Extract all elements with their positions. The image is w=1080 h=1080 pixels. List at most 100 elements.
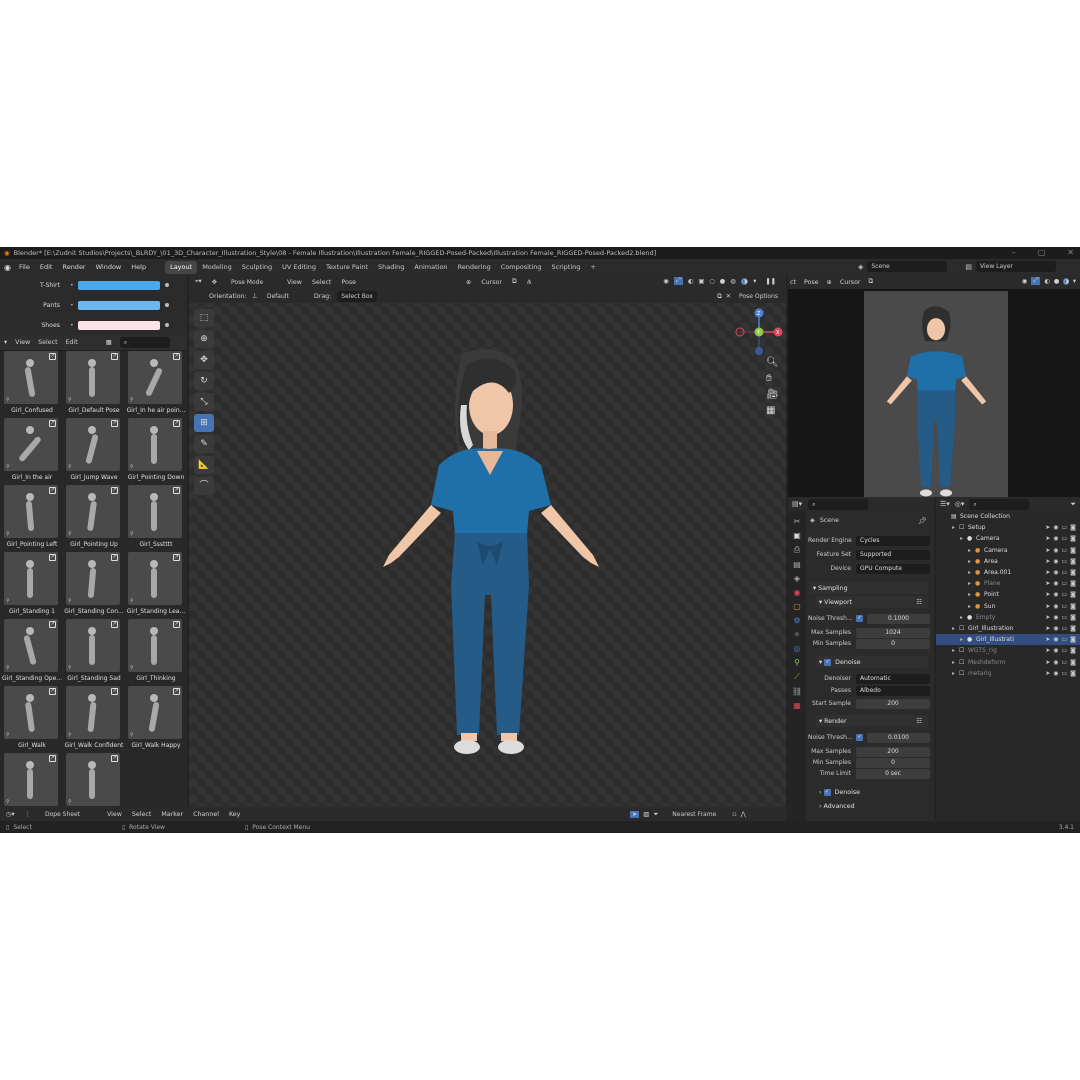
- outliner-row[interactable]: ▸ ● Camera ➤ ◉ ▭ ◙: [960, 533, 1080, 544]
- snap-mode-dropdown[interactable]: Nearest Frame: [668, 809, 729, 820]
- editor-type-icon[interactable]: ▤▾: [792, 500, 802, 508]
- viewport-subpanel-header[interactable]: ▾ Viewport ☷: [816, 596, 928, 608]
- expand-arrow-icon[interactable]: ▸: [968, 569, 975, 576]
- eye-icon[interactable]: ◉: [1053, 535, 1058, 542]
- properties-search-input[interactable]: ⌕: [808, 498, 869, 510]
- scale-icon[interactable]: ⤡: [194, 393, 214, 411]
- shading-solid-icon[interactable]: ●: [1054, 278, 1060, 285]
- noise-threshold-checkbox[interactable]: ✓: [856, 615, 863, 622]
- monitor-icon[interactable]: ▭: [1062, 659, 1068, 666]
- outliner-row[interactable]: ▸ ● Area.001 ➤ ◉ ▭ ◙: [968, 567, 1080, 578]
- outliner-row[interactable]: ▸ ☐ metarig ➤ ◉ ▭ ◙: [952, 668, 1080, 679]
- view-layer-tab-icon[interactable]: ▤: [793, 560, 801, 569]
- tab-layout[interactable]: Layout: [165, 260, 198, 274]
- list-icon[interactable]: ☷: [916, 599, 928, 606]
- pose-asset-item[interactable]: ↗ ⚲ Girl_Standing Lea...: [126, 552, 187, 619]
- navigation-gizmo[interactable]: Z X Y: [734, 307, 784, 357]
- eye-icon[interactable]: ◉: [1053, 670, 1058, 677]
- menu-select[interactable]: ct: [790, 279, 796, 286]
- list-icon[interactable]: ☷: [916, 718, 928, 725]
- asset-preview-icon[interactable]: ↗: [111, 621, 118, 628]
- scene-field[interactable]: Scene: [867, 261, 948, 272]
- expand-arrow-icon[interactable]: ▸: [960, 636, 967, 643]
- eye-icon[interactable]: ◉: [1053, 659, 1058, 666]
- pose-asset-item[interactable]: ↗ ⚲ Girl_Standing 1: [2, 552, 63, 619]
- pose-asset-item[interactable]: ↗ ⚲ Girl_Pointing Up: [64, 485, 125, 552]
- tab-compositing[interactable]: Compositing: [496, 261, 547, 274]
- tab-shading[interactable]: Shading: [373, 261, 409, 274]
- show-hidden-icon[interactable]: ▨: [643, 811, 649, 818]
- pose-asset-item[interactable]: ↗ ⚲ Girl_Confused: [2, 351, 63, 418]
- start-sample-field[interactable]: 200: [856, 698, 930, 709]
- pose-asset-item[interactable]: ↗ ⚲ Girl_Standing Sad: [64, 619, 125, 686]
- particles-tab-icon[interactable]: ✧: [794, 630, 801, 639]
- denoise-checkbox[interactable]: ✓: [823, 788, 831, 796]
- asset-preview-icon[interactable]: ↗: [111, 554, 118, 561]
- select-toggle-icon[interactable]: ➤: [1045, 659, 1050, 666]
- gizmo-toggle-icon[interactable]: ⤢: [1031, 277, 1041, 285]
- tab-animation[interactable]: Animation: [409, 261, 452, 274]
- eye-icon[interactable]: ◉: [1053, 603, 1058, 610]
- cursor-icon[interactable]: ⊕: [194, 330, 214, 348]
- camera-viewport[interactable]: ct Pose ⊕ Cursor ⧉ ◉ ⤢ ◐ ● ◑ ▾: [788, 275, 1080, 497]
- select-toggle-icon[interactable]: ➤: [1045, 524, 1050, 531]
- view-layer-icon[interactable]: ▤: [965, 263, 972, 271]
- view-layer-field[interactable]: View Layer: [976, 261, 1057, 272]
- shading-rendered-icon[interactable]: ◑: [740, 277, 749, 285]
- tab-scripting[interactable]: Scripting: [547, 261, 586, 274]
- monitor-icon[interactable]: ▭: [1062, 636, 1068, 643]
- character-model[interactable]: [369, 345, 609, 755]
- menu-render[interactable]: Render: [57, 259, 90, 275]
- menu-help[interactable]: Help: [126, 259, 151, 275]
- annotate-icon[interactable]: ✎: [194, 435, 214, 453]
- expand-arrow-icon[interactable]: ▸: [968, 547, 975, 554]
- denoise-checkbox[interactable]: ✓: [824, 658, 832, 666]
- select-toggle-icon[interactable]: ➤: [1045, 535, 1050, 542]
- select-toggle-icon[interactable]: ➤: [1045, 614, 1050, 621]
- pose-asset-item[interactable]: ↗ ⚲ Girl_Walk: [2, 686, 63, 753]
- overlay-icon[interactable]: ◐: [1044, 278, 1050, 285]
- transform-pivot[interactable]: Cursor: [481, 279, 502, 286]
- anim-dot-icon[interactable]: [164, 303, 169, 307]
- pose-asset-item[interactable]: ↗ ⚲ Girl_In he air poin...: [126, 351, 187, 418]
- camera-icon[interactable]: ◙: [1070, 659, 1076, 666]
- zoom-icon[interactable]: 🔍︎: [766, 357, 779, 368]
- xray-icon[interactable]: ▣: [698, 278, 704, 285]
- select-toggle-icon[interactable]: ➤: [1045, 625, 1050, 632]
- asset-preview-icon[interactable]: ↗: [111, 420, 118, 427]
- minimize-icon[interactable]: –: [1012, 248, 1016, 257]
- modifier-tab-icon[interactable]: ⚙: [793, 616, 800, 625]
- expand-arrow-icon[interactable]: ▸: [960, 614, 967, 621]
- eye-icon[interactable]: ◉: [1053, 569, 1058, 576]
- menu-key[interactable]: Key: [229, 811, 240, 818]
- monitor-icon[interactable]: ▭: [1062, 625, 1068, 632]
- orientation-dropdown[interactable]: Default: [262, 290, 308, 302]
- monitor-icon[interactable]: ▭: [1062, 670, 1068, 677]
- asset-preview-icon[interactable]: ↗: [49, 688, 56, 695]
- display-mode-icon[interactable]: ◎▾: [955, 500, 965, 508]
- tab-modeling[interactable]: Modeling: [197, 261, 237, 274]
- expand-arrow-icon[interactable]: ▸: [960, 535, 967, 542]
- advanced-subpanel-header[interactable]: › Advanced: [816, 800, 928, 812]
- select-toggle-icon[interactable]: ➤: [1045, 569, 1050, 576]
- close-icon[interactable]: ✕: [1067, 248, 1074, 257]
- pivot-icon[interactable]: ⊕: [466, 279, 471, 286]
- asset-preview-icon[interactable]: ↗: [49, 420, 56, 427]
- select-toggle-icon[interactable]: ➤: [1045, 580, 1050, 587]
- max-samples-field[interactable]: 200: [856, 746, 930, 757]
- editor-type-icon[interactable]: ◷▾: [6, 811, 15, 818]
- scene-tab-icon[interactable]: ◈: [794, 574, 800, 583]
- bone-tab-icon[interactable]: ⟋: [794, 672, 800, 682]
- snap-icon[interactable]: ⧉: [512, 278, 517, 286]
- select-toggle-icon[interactable]: ➤: [1045, 558, 1050, 565]
- expand-arrow-icon[interactable]: ▸: [952, 647, 959, 654]
- pose-asset-item[interactable]: ↗ ⚲ Girl_Thinking: [126, 619, 187, 686]
- render-subpanel-header[interactable]: ▾ Render ☷: [816, 715, 928, 727]
- curve-icon[interactable]: ⋀: [741, 811, 746, 818]
- outliner-row[interactable]: ▸ ☐ Girl_Illustration ➤ ◉ ▭ ◙: [952, 623, 1080, 634]
- outliner-row[interactable]: ▤ Scene Collection: [944, 511, 1080, 522]
- expand-arrow-icon[interactable]: ▸: [968, 558, 975, 565]
- camera-icon[interactable]: ◙: [1070, 636, 1076, 643]
- denoiser-dropdown[interactable]: Automatic: [856, 673, 930, 684]
- expand-arrow-icon[interactable]: ▸: [952, 524, 959, 531]
